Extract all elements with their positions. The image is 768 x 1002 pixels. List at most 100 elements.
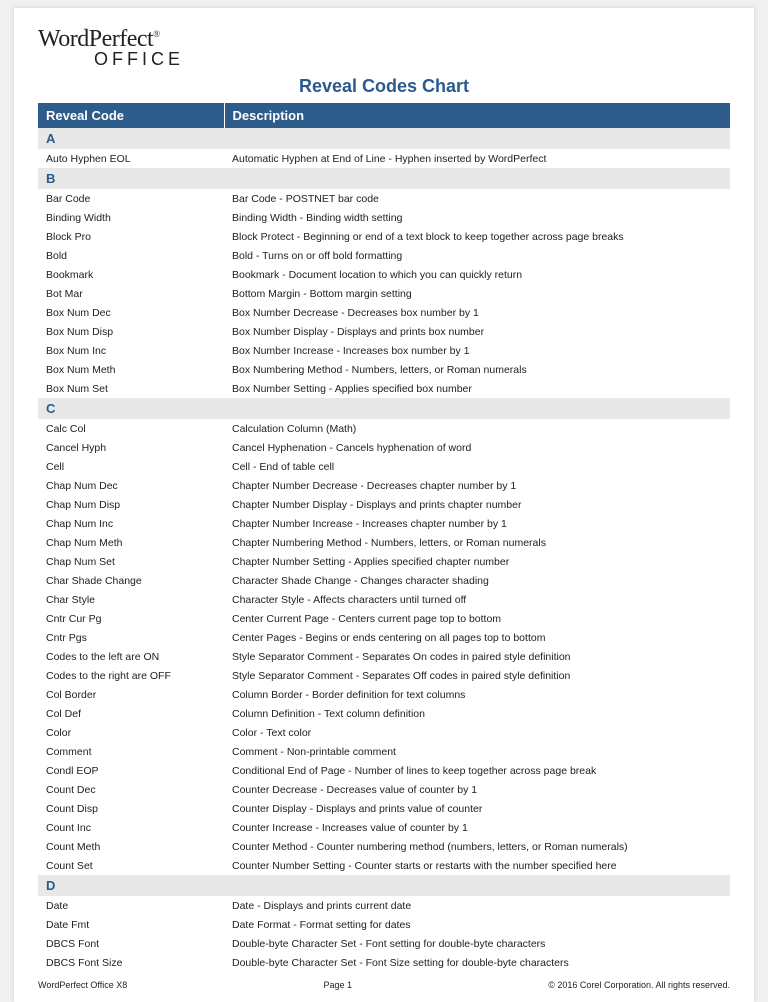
code-cell: DBCS Font: [38, 934, 224, 953]
code-cell: Codes to the right are OFF: [38, 666, 224, 685]
description-cell: Counter Decrease - Decreases value of co…: [224, 780, 730, 799]
code-cell: Col Border: [38, 685, 224, 704]
table-row: Box Num DecBox Number Decrease - Decreas…: [38, 303, 730, 322]
code-cell: Box Num Set: [38, 379, 224, 398]
description-cell: Chapter Number Display - Displays and pr…: [224, 495, 730, 514]
table-row: Col DefColumn Definition - Text column d…: [38, 704, 730, 723]
table-row: Auto Hyphen EOLAutomatic Hyphen at End o…: [38, 149, 730, 168]
description-cell: Counter Display - Displays and prints va…: [224, 799, 730, 818]
table-row: Cntr Cur PgCenter Current Page - Centers…: [38, 609, 730, 628]
section-header: B: [38, 168, 730, 189]
description-cell: Bold - Turns on or off bold formatting: [224, 246, 730, 265]
section-letter: C: [38, 398, 730, 419]
table-row: Box Num SetBox Number Setting - Applies …: [38, 379, 730, 398]
code-cell: Calc Col: [38, 419, 224, 438]
code-cell: Count Dec: [38, 780, 224, 799]
code-cell: Date: [38, 896, 224, 915]
table-row: Count IncCounter Increase - Increases va…: [38, 818, 730, 837]
code-cell: Count Set: [38, 856, 224, 875]
code-cell: Chap Num Meth: [38, 533, 224, 552]
code-cell: Char Shade Change: [38, 571, 224, 590]
table-row: Col BorderColumn Border - Border definit…: [38, 685, 730, 704]
table-row: Box Num MethBox Numbering Method - Numbe…: [38, 360, 730, 379]
code-cell: Bar Code: [38, 189, 224, 208]
code-cell: Bot Mar: [38, 284, 224, 303]
table-row: Count DispCounter Display - Displays and…: [38, 799, 730, 818]
code-cell: Box Num Meth: [38, 360, 224, 379]
table-row: Date FmtDate Format - Format setting for…: [38, 915, 730, 934]
table-row: Codes to the right are OFFStyle Separato…: [38, 666, 730, 685]
logo-office-text: OFFICE: [94, 49, 730, 70]
section-letter: D: [38, 875, 730, 896]
code-cell: Cntr Cur Pg: [38, 609, 224, 628]
table-row: Count DecCounter Decrease - Decreases va…: [38, 780, 730, 799]
code-cell: Col Def: [38, 704, 224, 723]
description-cell: Box Number Setting - Applies specified b…: [224, 379, 730, 398]
code-cell: Chap Num Set: [38, 552, 224, 571]
table-row: Chap Num SetChapter Number Setting - App…: [38, 552, 730, 571]
table-row: CellCell - End of table cell: [38, 457, 730, 476]
description-cell: Character Shade Change - Changes charact…: [224, 571, 730, 590]
table-row: BoldBold - Turns on or off bold formatti…: [38, 246, 730, 265]
table-row: Bot MarBottom Margin - Bottom margin set…: [38, 284, 730, 303]
code-cell: Auto Hyphen EOL: [38, 149, 224, 168]
code-cell: Block Pro: [38, 227, 224, 246]
code-cell: Condl EOP: [38, 761, 224, 780]
table-row: ColorColor - Text color: [38, 723, 730, 742]
table-row: BookmarkBookmark - Document location to …: [38, 265, 730, 284]
header-reveal-code: Reveal Code: [38, 103, 224, 128]
description-cell: Counter Number Setting - Counter starts …: [224, 856, 730, 875]
code-cell: Date Fmt: [38, 915, 224, 934]
description-cell: Double-byte Character Set - Font Size se…: [224, 953, 730, 972]
code-cell: Color: [38, 723, 224, 742]
description-cell: Bottom Margin - Bottom margin setting: [224, 284, 730, 303]
description-cell: Automatic Hyphen at End of Line - Hyphen…: [224, 149, 730, 168]
description-cell: Box Number Display - Displays and prints…: [224, 322, 730, 341]
registered-mark: ®: [153, 29, 159, 39]
code-cell: Chap Num Inc: [38, 514, 224, 533]
code-cell: Codes to the left are ON: [38, 647, 224, 666]
description-cell: Bookmark - Document location to which yo…: [224, 265, 730, 284]
code-cell: Box Num Inc: [38, 341, 224, 360]
description-cell: Chapter Number Setting - Applies specifi…: [224, 552, 730, 571]
description-cell: Column Definition - Text column definiti…: [224, 704, 730, 723]
description-cell: Calculation Column (Math): [224, 419, 730, 438]
code-cell: DBCS Font Size: [38, 953, 224, 972]
code-cell: Bookmark: [38, 265, 224, 284]
description-cell: Style Separator Comment - Separates Off …: [224, 666, 730, 685]
description-cell: Center Current Page - Centers current pa…: [224, 609, 730, 628]
table-row: Char Shade ChangeCharacter Shade Change …: [38, 571, 730, 590]
code-cell: Count Meth: [38, 837, 224, 856]
table-row: Calc ColCalculation Column (Math): [38, 419, 730, 438]
description-cell: Double-byte Character Set - Font setting…: [224, 934, 730, 953]
description-cell: Chapter Numbering Method - Numbers, lett…: [224, 533, 730, 552]
description-cell: Column Border - Border definition for te…: [224, 685, 730, 704]
table-row: Box Num DispBox Number Display - Display…: [38, 322, 730, 341]
header-description: Description: [224, 103, 730, 128]
footer-center: Page 1: [323, 980, 352, 990]
table-row: DateDate - Displays and prints current d…: [38, 896, 730, 915]
description-cell: Color - Text color: [224, 723, 730, 742]
code-cell: Char Style: [38, 590, 224, 609]
codes-table: Reveal Code Description AAuto Hyphen EOL…: [38, 103, 730, 972]
table-row: Chap Num IncChapter Number Increase - In…: [38, 514, 730, 533]
description-cell: Box Number Increase - Increases box numb…: [224, 341, 730, 360]
section-header: A: [38, 128, 730, 149]
section-letter: B: [38, 168, 730, 189]
table-row: Chap Num DecChapter Number Decrease - De…: [38, 476, 730, 495]
table-row: DBCS FontDouble-byte Character Set - Fon…: [38, 934, 730, 953]
table-row: Char StyleCharacter Style - Affects char…: [38, 590, 730, 609]
table-row: CommentComment - Non-printable comment: [38, 742, 730, 761]
code-cell: Chap Num Dec: [38, 476, 224, 495]
table-row: Box Num IncBox Number Increase - Increas…: [38, 341, 730, 360]
description-cell: Character Style - Affects characters unt…: [224, 590, 730, 609]
code-cell: Box Num Disp: [38, 322, 224, 341]
table-row: Chap Num MethChapter Numbering Method - …: [38, 533, 730, 552]
page-footer: WordPerfect Office X8 Page 1 © 2016 Core…: [38, 980, 730, 990]
page-title: Reveal Codes Chart: [38, 76, 730, 97]
section-header: D: [38, 875, 730, 896]
table-row: Chap Num DispChapter Number Display - Di…: [38, 495, 730, 514]
description-cell: Date - Displays and prints current date: [224, 896, 730, 915]
table-row: Count SetCounter Number Setting - Counte…: [38, 856, 730, 875]
code-cell: Box Num Dec: [38, 303, 224, 322]
